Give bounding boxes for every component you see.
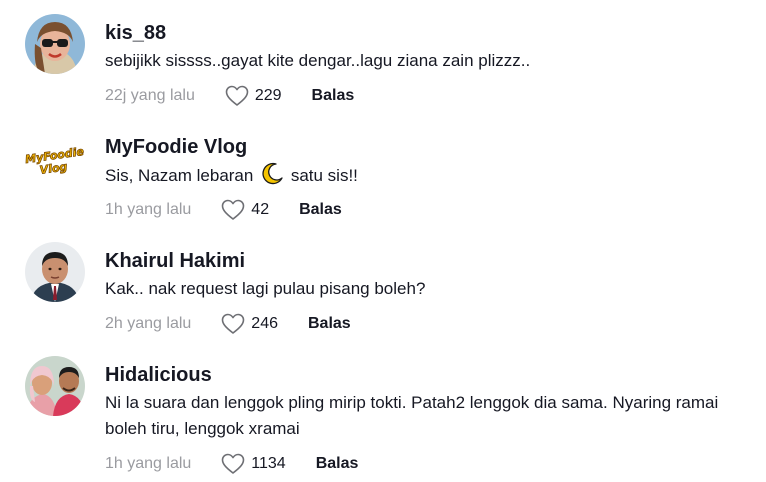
comment-meta: 1h yang lalu 42 Balas (105, 198, 342, 222)
user-avatar[interactable] (25, 242, 85, 302)
user-avatar[interactable] (25, 356, 85, 416)
comment-meta: 2h yang lalu 246 Balas (105, 312, 351, 336)
comment-time: 22j yang lalu (105, 87, 195, 104)
comment-text-part: Sis, Nazam lebaran (105, 166, 254, 185)
comment-meta: 1h yang lalu 1134 Balas (105, 452, 358, 476)
like-button[interactable]: 229 (225, 85, 282, 107)
like-button[interactable]: 42 (221, 199, 269, 221)
comment-text: sebijikk sissss..gayat kite dengar..lagu… (105, 51, 531, 70)
reply-button[interactable]: Balas (299, 201, 342, 219)
comment-time: 1h yang lalu (105, 201, 192, 218)
myfoodie-logo: MyFoodie Vlog (25, 145, 85, 178)
comment-time: 1h yang lalu (105, 455, 192, 472)
comment-text: Kak.. nak request lagi pulau pisang bole… (105, 279, 426, 298)
svg-text:Vlog: Vlog (39, 160, 68, 177)
comment-meta: 22j yang lalu 229 Balas (105, 84, 354, 108)
like-count: 1134 (251, 455, 286, 472)
like-button[interactable]: 1134 (221, 453, 286, 475)
user-avatar[interactable]: MyFoodie Vlog (25, 132, 85, 192)
comment-time: 2h yang lalu (105, 315, 192, 332)
comment-username[interactable]: kis_88 (105, 22, 166, 45)
like-count: 42 (251, 201, 270, 218)
reply-button[interactable]: Balas (316, 455, 359, 473)
comment-username[interactable]: Khairul Hakimi (105, 250, 245, 273)
heart-outline-icon (221, 313, 245, 334)
like-count: 229 (254, 87, 282, 104)
heart-outline-icon (221, 199, 245, 220)
user-avatar[interactable] (25, 14, 85, 74)
crescent-moon-emoji (262, 162, 283, 185)
reply-button[interactable]: Balas (308, 315, 351, 333)
comment-text: Ni la suara dan lenggok pling mirip tokt… (105, 393, 719, 438)
comment-text-part: satu sis!! (290, 166, 358, 185)
heart-outline-icon (221, 453, 245, 474)
like-count: 246 (251, 315, 278, 332)
heart-outline-icon (225, 85, 249, 106)
reply-button[interactable]: Balas (312, 87, 355, 105)
comment-text: Sis, Nazam lebaran satu sis!! (105, 162, 760, 189)
comment-username[interactable]: MyFoodie Vlog (105, 136, 247, 159)
comment-username[interactable]: Hidalicious (105, 364, 212, 387)
like-button[interactable]: 246 (221, 313, 278, 335)
